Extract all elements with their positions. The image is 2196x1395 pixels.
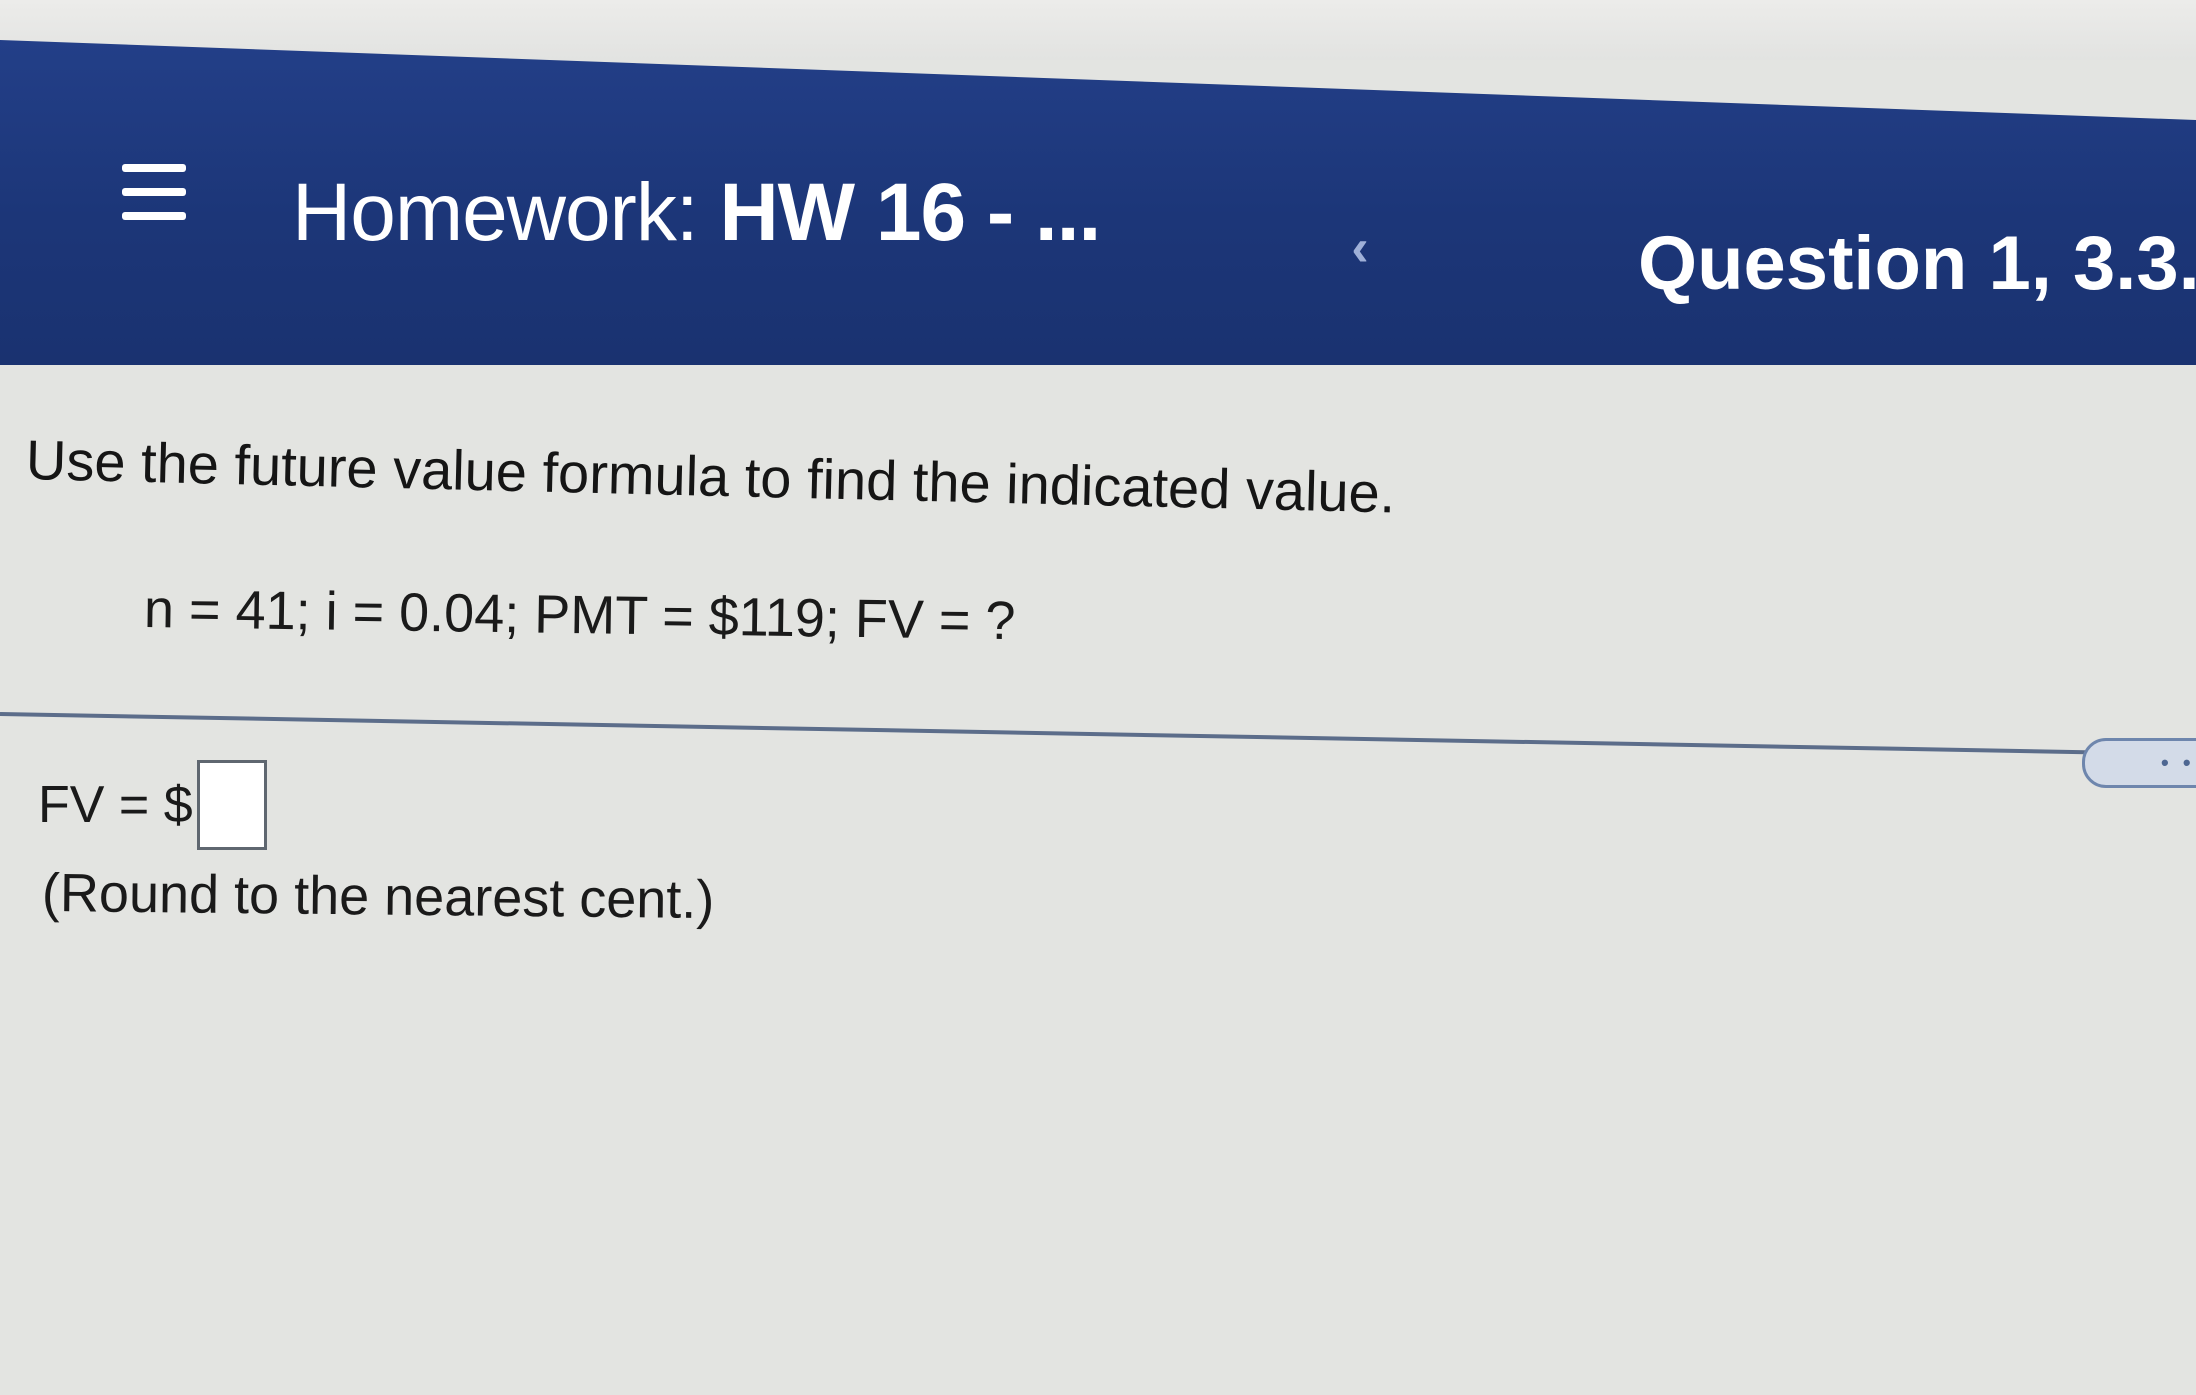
answer-row: FV = $ (38, 760, 267, 850)
menu-line (122, 188, 186, 196)
section-divider (0, 712, 2196, 757)
fv-answer-label: FV = $ (38, 776, 193, 834)
homework-title-prefix: Homework: (292, 167, 699, 258)
menu-line (122, 212, 186, 220)
chevron-left-icon[interactable]: ‹ (1340, 222, 1380, 274)
homework-title: Homework: HW 16 - ... (292, 167, 1101, 258)
more-dots-icon: • • (2161, 750, 2195, 775)
homework-title-name: HW 16 - ... (719, 167, 1101, 258)
header-content: Homework: HW 16 - ... ‹ Question 1, 3.3. (0, 0, 2196, 325)
question-number-label: Question 1, 3.3. (1638, 221, 2196, 306)
menu-line (122, 164, 186, 172)
rounding-instruction: (Round to the nearest cent.) (41, 863, 715, 931)
hamburger-menu-icon[interactable] (118, 158, 190, 230)
question-instruction: Use the future value formula to find the… (25, 428, 1397, 525)
fv-answer-input[interactable] (196, 760, 267, 850)
more-options-toggle[interactable]: • • (2082, 738, 2196, 788)
question-given-values: n = 41; i = 0.04; PMT = $119; FV = ? (143, 579, 1016, 652)
